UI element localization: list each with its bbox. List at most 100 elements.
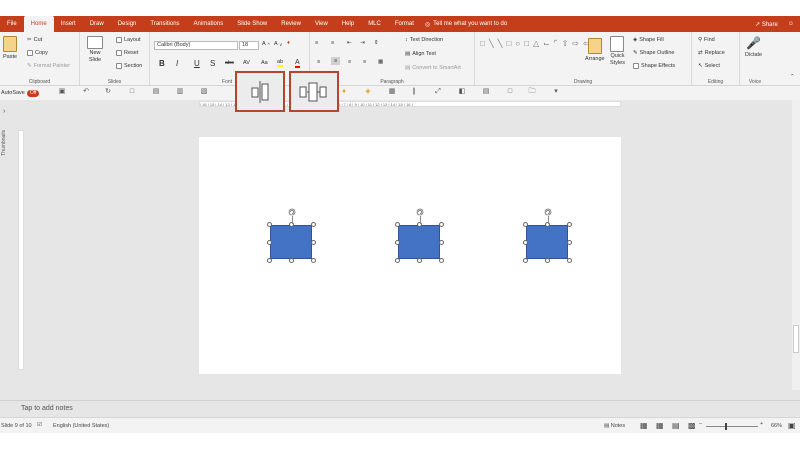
tab-design[interactable]: Design	[111, 16, 144, 32]
resize-handle[interactable]	[395, 258, 400, 263]
resize-handle[interactable]	[267, 240, 272, 245]
resize-handle[interactable]	[523, 240, 528, 245]
smiley-icon[interactable]: ☺	[788, 21, 794, 27]
resize-handle[interactable]	[545, 258, 550, 263]
numbering-button[interactable]: ≡	[331, 40, 334, 46]
resize-handle[interactable]	[289, 258, 294, 263]
resize-handle[interactable]	[567, 258, 572, 263]
replace-button[interactable]: ⇄ Replace	[698, 50, 725, 56]
slide-sorter-icon[interactable]: ▦	[656, 421, 664, 430]
resize-handle[interactable]	[311, 222, 316, 227]
copy-button[interactable]: Copy	[27, 50, 48, 56]
increase-indent-button[interactable]: ⇥	[360, 40, 365, 46]
zoom-slider-knob[interactable]	[725, 423, 727, 430]
align-right-button[interactable]: ≡	[348, 59, 351, 65]
line-spacing-button[interactable]: ⇕	[374, 40, 379, 46]
rotate-handle-icon[interactable]	[544, 208, 552, 216]
zoom-out-icon[interactable]: –	[699, 421, 702, 427]
arrange-button[interactable]: Arrange	[585, 38, 605, 62]
resize-handle[interactable]	[267, 222, 272, 227]
tab-format[interactable]: Format	[388, 16, 421, 32]
resize-handle[interactable]	[417, 258, 422, 263]
slide-canvas[interactable]	[199, 137, 621, 374]
bold-button[interactable]: B	[159, 59, 165, 68]
zoom-in-icon[interactable]: +	[760, 421, 763, 427]
tab-home[interactable]: Home	[23, 16, 54, 32]
tab-file[interactable]: File	[0, 16, 24, 32]
resize-handle[interactable]	[439, 222, 444, 227]
resize-handle[interactable]	[311, 258, 316, 263]
qat-fullscreen-icon[interactable]: ⤢	[434, 88, 442, 96]
resize-handle[interactable]	[395, 222, 400, 227]
resize-handle[interactable]	[567, 222, 572, 227]
resize-handle[interactable]	[439, 258, 444, 263]
bullets-button[interactable]: ≡	[315, 40, 318, 46]
resize-handle[interactable]	[311, 240, 316, 245]
rectangle-shape-3[interactable]	[526, 225, 568, 259]
decrease-font-button[interactable]: Av	[274, 41, 282, 47]
notes-pane[interactable]: Tap to add notes	[0, 400, 800, 417]
qat-align-top-icon[interactable]: ▤	[482, 88, 490, 96]
tab-review[interactable]: Review	[274, 16, 308, 32]
shadow-button[interactable]: S	[210, 59, 215, 68]
find-button[interactable]: ⚲ Find	[698, 37, 715, 43]
section-button[interactable]: Section	[116, 63, 142, 69]
fit-to-window-icon[interactable]: ▣	[788, 421, 796, 430]
notes-button[interactable]: ▤ Notes	[604, 423, 625, 429]
spellcheck-icon[interactable]: ☑	[37, 422, 42, 428]
paste-button[interactable]: Paste	[3, 36, 17, 60]
font-color-button[interactable]: A	[295, 59, 300, 68]
qat-distribute-icon[interactable]: ▧	[200, 88, 208, 96]
qat-fill-icon[interactable]: ◈	[364, 88, 372, 96]
shape-outline-button[interactable]: ✎ Shape Outline	[633, 50, 674, 56]
rotate-handle-icon[interactable]	[416, 208, 424, 216]
align-center-button[interactable]: ≡	[331, 57, 341, 65]
quick-styles-button[interactable]: Quick Styles	[610, 36, 625, 66]
distribute-horizontal-highlight-button[interactable]	[289, 71, 339, 112]
clear-formatting-icon[interactable]: ♦	[287, 40, 290, 46]
dictate-button[interactable]: 🎤 Dictate	[745, 36, 762, 58]
zoom-level[interactable]: 66%	[771, 423, 782, 429]
qat-shape-icon[interactable]: ▤	[152, 88, 160, 96]
align-left-button[interactable]: ≡	[317, 59, 320, 65]
qat-align-left-icon[interactable]: ◧	[458, 88, 466, 96]
tab-animations[interactable]: Animations	[187, 16, 231, 32]
qat-table-icon[interactable]: □	[506, 88, 514, 96]
qat-distribute-horizontal-icon[interactable]: ∥	[410, 88, 418, 96]
cut-button[interactable]: ✂ Cut	[27, 37, 42, 43]
autosave-toggle[interactable]: Off	[26, 89, 40, 97]
tab-mlc[interactable]: MLC	[361, 16, 388, 32]
qat-customize-icon[interactable]: ▾	[552, 88, 560, 96]
normal-view-icon[interactable]: ▦	[640, 421, 648, 430]
shape-fill-button[interactable]: ◈ Shape Fill	[633, 37, 664, 43]
resize-handle[interactable]	[267, 258, 272, 263]
rectangle-shape-1[interactable]	[270, 225, 312, 259]
select-button[interactable]: ↖ Select	[698, 63, 720, 69]
align-text-button[interactable]: ▤ Align Text	[405, 51, 436, 57]
expand-thumbnails-icon[interactable]: ›	[3, 108, 5, 115]
text-direction-button[interactable]: ↕ Text Direction	[405, 37, 443, 43]
language-status[interactable]: English (United States)	[53, 423, 109, 429]
new-slide-button[interactable]: New Slide	[87, 36, 103, 63]
align-center-highlight-button[interactable]	[235, 71, 285, 112]
change-case-button[interactable]: Aa	[261, 60, 268, 66]
italic-button[interactable]: I	[176, 59, 178, 68]
qat-align-icon[interactable]: ▥	[176, 88, 184, 96]
undo-icon[interactable]: ↶	[82, 88, 90, 96]
font-size-combo[interactable]: 18	[239, 41, 259, 50]
qat-folder-icon[interactable]: 🗀	[528, 88, 536, 96]
reset-button[interactable]: Reset	[116, 50, 138, 56]
reading-view-icon[interactable]: ▤	[672, 421, 680, 430]
qat-format-painter-icon[interactable]: ♦	[340, 88, 348, 96]
increase-font-button[interactable]: A ^	[262, 41, 270, 47]
decrease-indent-button[interactable]: ⇤	[347, 40, 352, 46]
rotate-handle-icon[interactable]	[288, 208, 296, 216]
slideshow-view-icon[interactable]: ▩	[688, 421, 696, 430]
convert-smartart-button[interactable]: ▤ Convert to SmartArt	[405, 65, 461, 71]
qat-group-icon[interactable]: ▦	[388, 88, 396, 96]
redo-icon[interactable]: ↻	[104, 88, 112, 96]
tab-insert[interactable]: Insert	[54, 16, 83, 32]
resize-handle[interactable]	[439, 240, 444, 245]
format-painter-button[interactable]: ✎ Format Painter	[27, 63, 70, 69]
resize-handle[interactable]	[567, 240, 572, 245]
